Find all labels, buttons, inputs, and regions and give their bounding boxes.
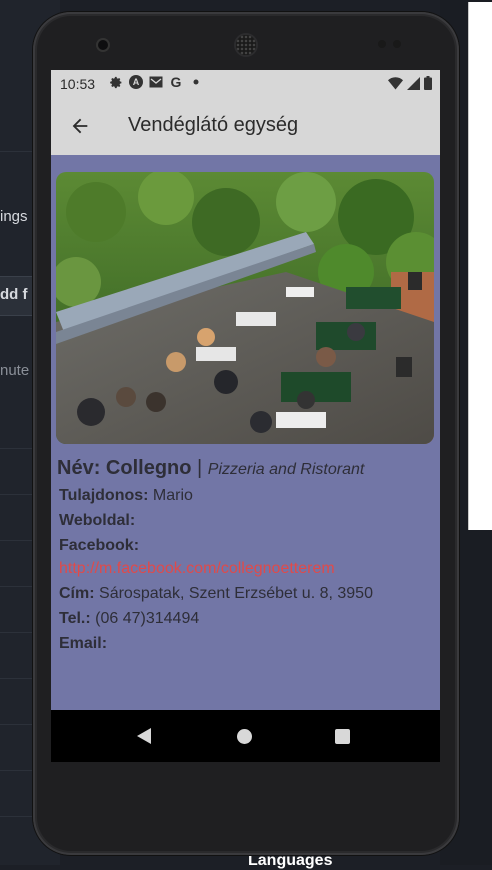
back-arrow-icon[interactable] bbox=[69, 115, 91, 137]
speaker-grille bbox=[236, 35, 256, 55]
g-icon: G bbox=[170, 74, 182, 90]
background-label: ings bbox=[0, 208, 28, 225]
name-separator: | bbox=[197, 457, 203, 479]
phone-row: Tel.: (06 47)314494 bbox=[57, 610, 437, 628]
nav-home-icon[interactable] bbox=[237, 729, 252, 744]
signal-icon bbox=[407, 76, 420, 93]
battery-icon bbox=[424, 76, 432, 93]
status-time: 10:53 bbox=[60, 76, 96, 92]
facebook-link[interactable]: http://m.facebook.com/collegnoetterem bbox=[57, 560, 437, 578]
dot-icon bbox=[189, 75, 203, 89]
camera-icon bbox=[98, 40, 108, 50]
website-label: Weboldal: bbox=[59, 512, 136, 529]
background-label: nute bbox=[0, 362, 30, 379]
status-system-icons bbox=[388, 76, 432, 93]
sensor-icon bbox=[393, 40, 401, 48]
phone-value[interactable]: (06 47)314494 bbox=[95, 610, 199, 627]
background-label: dd f bbox=[0, 286, 28, 303]
facebook-row: Facebook: bbox=[57, 537, 437, 555]
email-label: Email: bbox=[59, 635, 108, 652]
venue-name: Collegno bbox=[105, 457, 192, 479]
wifi-icon bbox=[388, 76, 403, 93]
venue-name-line: Név: Collegno | Pizzeria and Ristorant bbox=[57, 457, 437, 480]
venue-info: Név: Collegno | Pizzeria and Ristorant T… bbox=[57, 457, 437, 653]
facebook-label: Facebook: bbox=[59, 537, 140, 554]
website-row: Weboldal: bbox=[57, 512, 437, 530]
owner-label: Tulajdonos: bbox=[59, 487, 149, 504]
a-icon: A bbox=[129, 75, 143, 89]
email-row: Email: bbox=[57, 635, 437, 653]
venue-details: Név: Collegno | Pizzeria and Ristorant T… bbox=[51, 155, 440, 710]
page-title: Vendéglátó egység bbox=[128, 114, 299, 136]
mail-icon bbox=[149, 75, 163, 89]
address-row: Cím: Sárospatak, Szent Erzsébet u. 8, 39… bbox=[57, 585, 437, 603]
owner-row: Tulajdonos: Mario bbox=[57, 487, 437, 505]
owner-value: Mario bbox=[152, 487, 193, 504]
address-label: Cím: bbox=[59, 585, 95, 602]
nav-recent-apps-icon[interactable] bbox=[335, 729, 350, 744]
app-bar: Vendéglátó egység bbox=[51, 97, 440, 155]
phone-label: Tel.: bbox=[59, 610, 91, 627]
gear-icon bbox=[109, 75, 123, 89]
navigation-bar bbox=[51, 710, 440, 762]
name-label: Név: bbox=[57, 457, 101, 479]
status-bar: 10:53 A G bbox=[51, 70, 440, 97]
venue-type: Pizzeria and Ristorant bbox=[207, 461, 365, 478]
phone-screen: 10:53 A G Vendéglátó egység Név: Collegn… bbox=[51, 70, 440, 762]
address-value: Sárospatak, Szent Erzsébet u. 8, 3950 bbox=[99, 585, 373, 602]
nav-back-icon[interactable] bbox=[137, 728, 151, 744]
sensor-icon bbox=[378, 40, 386, 48]
status-notification-icons: A G bbox=[109, 74, 203, 90]
venue-photo bbox=[56, 172, 434, 444]
background-white-panel bbox=[468, 2, 492, 530]
